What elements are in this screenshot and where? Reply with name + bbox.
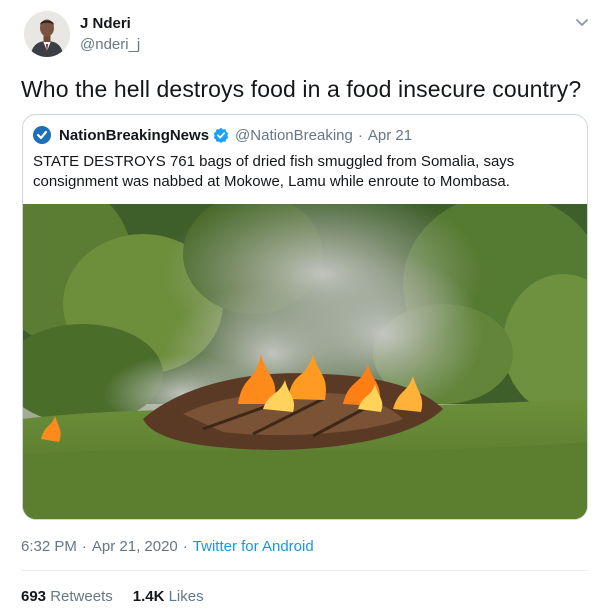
retweets-label: Retweets [50,588,113,605]
quoted-handle[interactable]: @NationBreaking [235,127,353,144]
quoted-tweet-text: STATE DESTROYS 761 bags of dried fish sm… [33,153,515,190]
quoted-tweet-header: NationBreakingNews @NationBreaking · Apr… [33,125,412,145]
retweets-count: 693 [21,588,47,605]
tweet-source-link[interactable]: Twitter for Android [193,538,314,555]
tweet-date[interactable]: Apr 21, 2020 [92,538,178,555]
author-handle[interactable]: @nderi_j [80,36,140,53]
avatar[interactable] [24,11,70,57]
nation-logo-icon [33,126,51,144]
tweet-time[interactable]: 6:32 PM [21,538,77,555]
chevron-down-icon [576,19,588,26]
quoted-date[interactable]: Apr 21 [368,127,412,144]
more-options-button[interactable] [574,14,590,30]
meta-separator: · [81,538,87,555]
quoted-tweet-card[interactable]: NationBreakingNews @NationBreaking · Apr… [22,114,588,520]
divider [21,570,588,571]
quoted-display-name[interactable]: NationBreakingNews [59,127,209,144]
meta-separator: · [182,538,188,555]
quoted-separator: · [357,126,363,144]
tweet-stats: 693 Retweets 1.4K Likes [21,588,204,605]
profile-photo-icon [24,11,70,57]
burning-pile-photo-icon[interactable] [23,204,588,520]
likes-label: Likes [168,588,204,605]
tweet-meta: 6:32 PM · Apr 21, 2020 · Twitter for Android [21,538,314,555]
likes-count: 1.4K [132,588,165,605]
retweets-stat[interactable]: 693 Retweets [21,588,113,605]
likes-stat[interactable]: 1.4K Likes [133,588,204,605]
verified-badge-icon [213,127,229,143]
tweet-text: Who the hell destroys food in a food ins… [21,76,582,102]
author-display-name[interactable]: J Nderi [80,15,131,32]
